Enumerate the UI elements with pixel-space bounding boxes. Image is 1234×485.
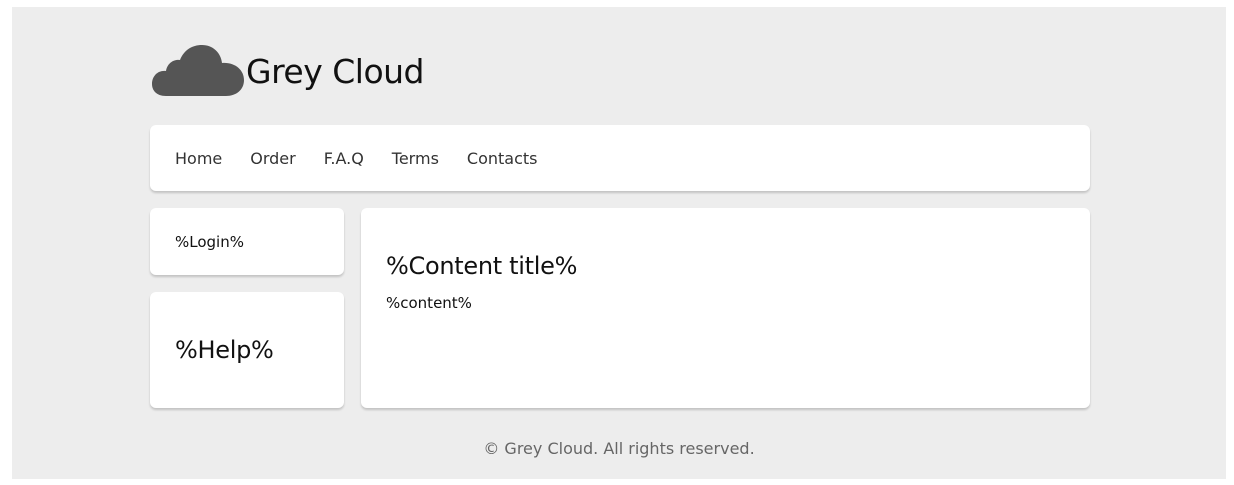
cloud-icon[interactable] [152,44,244,98]
help-placeholder: %Help% [175,336,274,364]
nav-item-order[interactable]: Order [250,149,295,168]
nav-item-faq[interactable]: F.A.Q [324,149,364,168]
footer-copyright: © Grey Cloud. All rights reserved. [483,439,755,458]
site-title: Grey Cloud [246,51,425,91]
nav-item-contacts[interactable]: Contacts [467,149,538,168]
site-header: Grey Cloud [152,41,425,101]
nav-item-terms[interactable]: Terms [392,149,439,168]
content-title: %Content title% [386,252,578,280]
login-placeholder: %Login% [175,232,244,251]
login-panel: %Login% [150,208,344,275]
nav-item-home[interactable]: Home [175,149,222,168]
main-navigation: Home Order F.A.Q Terms Contacts [150,125,1090,191]
help-panel: %Help% [150,292,344,408]
content-panel: %Content title% %content% [361,208,1090,408]
content-body: %content% [386,294,472,312]
page-container: Grey Cloud Home Order F.A.Q Terms Contac… [12,7,1226,479]
